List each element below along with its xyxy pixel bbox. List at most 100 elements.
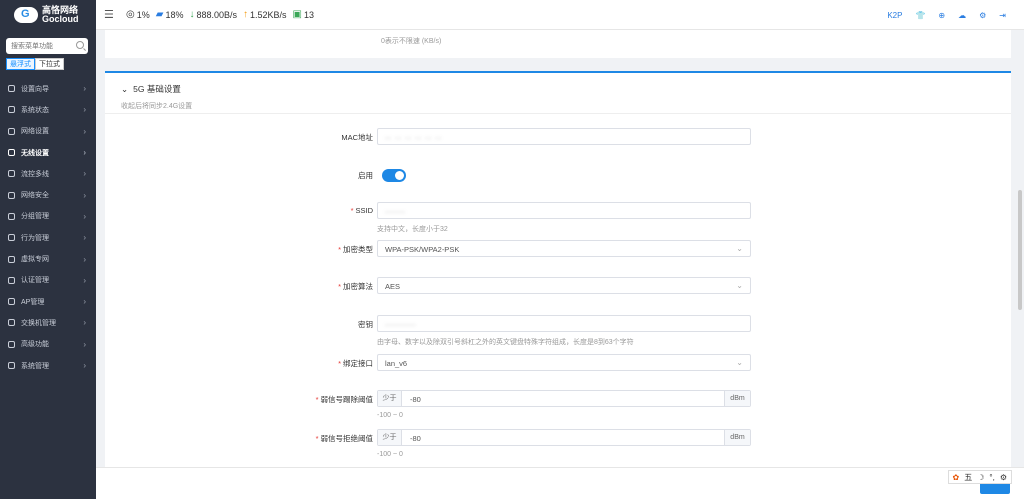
settings-icon[interactable]: ⚙ xyxy=(979,11,986,20)
chevron-right-icon: › xyxy=(83,190,86,200)
chevron-right-icon: › xyxy=(83,275,86,285)
chevron-down-icon: ⌄ xyxy=(736,358,743,367)
enable-toggle[interactable] xyxy=(382,169,406,182)
punctuation-icon[interactable]: °, xyxy=(989,473,994,482)
gear-icon xyxy=(8,362,15,369)
algorithm-select[interactable]: AES ⌄ xyxy=(377,277,751,294)
sidebar-item-label: 认证管理 xyxy=(21,277,49,285)
memory-icon: ▰ xyxy=(155,9,164,20)
chevron-right-icon: › xyxy=(83,339,86,349)
auth-icon xyxy=(8,276,15,284)
cpu-stat: ◎ 1% xyxy=(126,9,150,20)
advanced-icon xyxy=(8,340,15,348)
memory-stat: ▰ 18% xyxy=(156,9,184,20)
reject-threshold-field[interactable]: 少于 -80 dBm xyxy=(377,429,751,446)
monitor-icon xyxy=(8,127,15,135)
mac-value: ·· ·· ·· ·· ·· ·· xyxy=(385,133,443,142)
bottom-action-bar xyxy=(96,467,1024,499)
mac-field[interactable]: ·· ·· ·· ·· ·· ·· xyxy=(377,128,751,145)
upload-stat: ↑ 1.52KB/s xyxy=(243,9,287,20)
brand-logo[interactable]: 高恪网络 Gocloud xyxy=(0,0,96,30)
chevron-right-icon: › xyxy=(83,233,86,243)
interface-select[interactable]: lan_v6 ⌄ xyxy=(377,354,751,371)
sidebar-item-ap[interactable]: AP管理 › xyxy=(0,291,96,312)
sidebar-item-label: 系统状态 xyxy=(21,106,49,114)
gear-icon[interactable]: ⚙ xyxy=(1000,473,1007,482)
sidebar-item-advanced[interactable]: 高级功能 › xyxy=(0,334,96,355)
sidebar-item-label: 网络设置 xyxy=(21,128,49,136)
sidebar-item-auth[interactable]: 认证管理 › xyxy=(0,270,96,291)
sidebar-item-flow[interactable]: 流控多线 › xyxy=(0,163,96,184)
ssid-value: ······ xyxy=(385,207,406,216)
cpu-value: 1% xyxy=(136,9,150,20)
chevron-right-icon: › xyxy=(83,318,86,328)
sidebar: 高恪网络 Gocloud 悬浮式 下拉式 设置向导 › 系统状态 › 网络设置 › 无… xyxy=(0,0,96,499)
download-value: 888.00B/s xyxy=(196,9,237,20)
rate-limit-hint: 0表示不限速 (KB/s) xyxy=(381,38,442,45)
card-header[interactable]: ⌄ 5G 基础设置 收起后将同步2.4G设置 xyxy=(105,73,1011,111)
sidebar-item-network[interactable]: 网络设置 › xyxy=(0,121,96,142)
sidebar-item-group[interactable]: 分组管理 › xyxy=(0,206,96,227)
mode-float-button[interactable]: 悬浮式 xyxy=(6,58,35,70)
reject-threshold-suffix: dBm xyxy=(724,430,750,445)
chevron-right-icon: › xyxy=(83,84,86,94)
sidebar-item-wireless[interactable]: 无线设置 › xyxy=(0,142,96,163)
sidebar-item-switch[interactable]: 交换机管理 › xyxy=(0,312,96,333)
ime-mode-label[interactable]: 五 xyxy=(964,472,972,483)
chevron-right-icon: › xyxy=(83,105,86,115)
kick-threshold-field[interactable]: 少于 -80 dBm xyxy=(377,390,751,407)
chevron-right-icon: › xyxy=(83,361,86,370)
cloud-icon[interactable]: ☁ xyxy=(958,11,966,20)
mode-dropdown-button[interactable]: 下拉式 xyxy=(35,58,64,70)
sidebar-item-label: 行为管理 xyxy=(21,234,49,242)
device-model[interactable]: K2P xyxy=(887,11,902,20)
sidebar-item-status[interactable]: 系统状态 › xyxy=(0,99,96,120)
kick-threshold-suffix: dBm xyxy=(724,391,750,406)
sidebar-item-label: 分组管理 xyxy=(21,213,49,221)
memory-value: 18% xyxy=(165,9,184,20)
page-scrollbar[interactable] xyxy=(1018,190,1022,310)
cloud-logo-icon xyxy=(14,7,38,23)
sidebar-item-system[interactable]: 系统管理 › xyxy=(0,355,96,376)
behavior-icon xyxy=(8,234,15,242)
sidebar-item-label: 系统管理 xyxy=(21,362,49,370)
menu-search xyxy=(6,38,88,54)
sidebar-menu: 设置向导 › 系统状态 › 网络设置 › 无线设置 › 流控多线 › 网络安全 › 分组管理… xyxy=(0,78,96,376)
encryption-value: WPA-PSK/WPA2-PSK xyxy=(385,245,460,254)
sidebar-item-behavior[interactable]: 行为管理 › xyxy=(0,227,96,248)
paw-icon[interactable]: ✿ xyxy=(953,473,960,482)
theme-shirt-icon[interactable]: 👕 xyxy=(915,11,925,20)
flow-icon xyxy=(8,170,15,178)
sidebar-item-vpn[interactable]: 虚拟专网 › xyxy=(0,248,96,269)
search-icon[interactable] xyxy=(76,41,84,49)
interface-label-text: 绑定接口 xyxy=(343,359,373,368)
encryption-select[interactable]: WPA-PSK/WPA2-PSK ⌄ xyxy=(377,240,751,257)
chevron-right-icon: › xyxy=(83,169,86,179)
reject-threshold-value: -80 xyxy=(410,434,421,443)
logout-icon[interactable]: ⇥ xyxy=(999,11,1006,20)
section-title-text: 5G 基础设置 xyxy=(133,84,181,94)
sidebar-item-security[interactable]: 网络安全 › xyxy=(0,184,96,205)
enable-label: 启用 xyxy=(358,171,373,180)
chevron-down-icon: ⌄ xyxy=(736,244,743,253)
ssid-field[interactable]: ······ xyxy=(377,202,751,219)
brand-name-en: Gocloud xyxy=(42,14,79,24)
password-value: ········· xyxy=(385,320,417,329)
reject-threshold-label-text: 弱信号拒绝阈值 xyxy=(320,434,374,443)
password-field[interactable]: ········· xyxy=(377,315,751,332)
topbar-actions: K2P 👕 ⊕ ☁ ⚙ ⇥ xyxy=(887,0,1006,30)
globe-icon[interactable]: ⊕ xyxy=(938,11,945,20)
moon-icon[interactable]: ☽ xyxy=(977,473,984,482)
kick-threshold-prefix: 少于 xyxy=(378,391,402,406)
sidebar-item-wizard[interactable]: 设置向导 › xyxy=(0,78,96,99)
menu-collapse-icon[interactable]: ☰ xyxy=(104,8,116,21)
reject-threshold-hint: -100 ~ 0 xyxy=(377,451,403,458)
download-stat: ↓ 888.00B/s xyxy=(189,9,237,20)
kick-threshold-label: * 弱信号踢除阈值 xyxy=(315,395,373,404)
chevron-right-icon: › xyxy=(83,297,86,307)
chevron-down-icon: ⌄ xyxy=(736,281,743,290)
password-label: 密钥 xyxy=(358,320,373,329)
chevron-right-icon: › xyxy=(83,254,86,264)
main-content: 0表示不限速 (KB/s) ⌄ 5G 基础设置 收起后将同步2.4G设置 MAC… xyxy=(96,30,1024,499)
monitor-clients-icon: ▣ xyxy=(292,9,302,20)
